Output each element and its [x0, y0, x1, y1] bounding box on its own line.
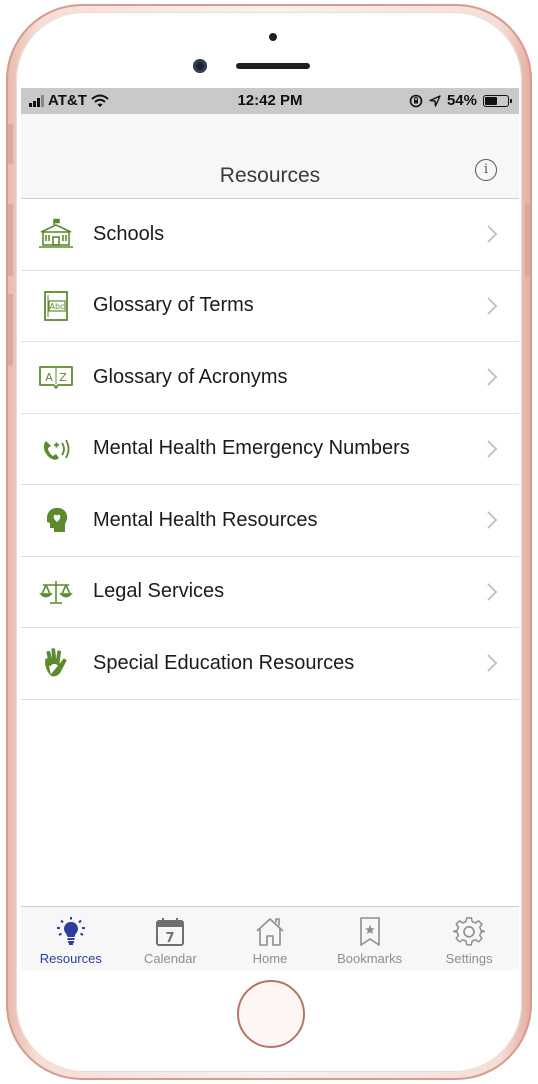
tab-label: Settings: [445, 951, 493, 966]
resource-item-glossary-of-terms[interactable]: Abc Glossary of Terms: [21, 271, 519, 342]
chevron-right-icon: [487, 440, 498, 458]
tab-bar: Resources 7 Calendar Home Bookmarks Sett…: [21, 906, 519, 970]
battery-percent: 54%: [446, 92, 477, 109]
chevron-right-icon: [487, 297, 498, 315]
location-arrow-icon: [429, 94, 441, 107]
resource-label: Special Education Resources: [93, 651, 355, 674]
app-screen: AT&T 12:42 PM 54% Resources i Schools Ab…: [21, 88, 519, 970]
resource-item-mental-health-resources[interactable]: Mental Health Resources: [21, 485, 519, 557]
power-button: [525, 204, 530, 276]
resource-label: Schools: [93, 222, 165, 245]
tab-label: Home: [252, 951, 288, 966]
abc-book-icon: Abc: [37, 289, 75, 323]
battery-icon: [483, 94, 512, 107]
earpiece-speaker: [236, 63, 310, 69]
gear-icon: [453, 917, 486, 946]
resource-label: Glossary of Terms: [93, 294, 254, 317]
tab-label: Resources: [39, 951, 102, 966]
svg-text:Z: Z: [59, 371, 67, 384]
chevron-right-icon: [487, 583, 498, 601]
resource-label: Mental Health Emergency Numbers: [93, 437, 410, 460]
resource-label: Legal Services: [93, 580, 225, 603]
tab-calendar[interactable]: 7 Calendar: [121, 907, 221, 970]
resources-list: Schools Abc Glossary of Terms A Z Glossa…: [21, 199, 519, 700]
tab-resources[interactable]: Resources: [21, 907, 121, 970]
calendar-icon: 7: [156, 918, 185, 946]
scales-icon: [37, 575, 75, 609]
tab-label: Bookmarks: [337, 951, 403, 966]
resource-label: Mental Health Resources: [93, 508, 318, 531]
bookmark-icon: [359, 917, 380, 946]
lightbulb-icon: [56, 917, 85, 945]
status-right-group: 54%: [409, 92, 512, 109]
tab-bookmarks[interactable]: Bookmarks: [320, 907, 420, 970]
page-title: Resources: [219, 164, 321, 187]
head-heart-icon: [37, 503, 75, 537]
resource-label: Glossary of Acronyms: [93, 365, 288, 388]
status-bar: AT&T 12:42 PM 54%: [21, 88, 519, 114]
hand-icon: [37, 646, 75, 680]
tab-home[interactable]: Home: [220, 907, 320, 970]
tab-label: Calendar: [144, 951, 197, 966]
volume-up-button: [8, 204, 13, 276]
home-button[interactable]: [237, 980, 305, 1048]
a-z-book-icon: A Z: [37, 360, 75, 394]
resource-item-glossary-of-acronyms[interactable]: A Z Glossary of Acronyms: [21, 342, 519, 414]
svg-text:Abc: Abc: [50, 302, 65, 311]
chevron-right-icon: [487, 368, 498, 386]
proximity-sensor: [269, 33, 277, 41]
calendar-day-number: 7: [166, 931, 175, 946]
mute-switch: [8, 124, 13, 164]
tab-settings[interactable]: Settings: [419, 907, 519, 970]
info-icon[interactable]: i: [475, 159, 497, 181]
svg-text:A: A: [45, 371, 53, 384]
navigation-bar: Resources i: [21, 114, 519, 199]
rotation-lock-icon: [409, 94, 423, 107]
resource-item-special-education-resources[interactable]: Special Education Resources: [21, 628, 519, 700]
home-icon: [256, 918, 284, 946]
chevron-right-icon: [487, 654, 498, 672]
volume-down-button: [8, 294, 13, 366]
front-camera: [193, 59, 207, 73]
school-building-icon: [37, 217, 75, 251]
emergency-phone-icon: [37, 432, 75, 466]
resource-item-mental-health-emergency-numbers[interactable]: Mental Health Emergency Numbers: [21, 414, 519, 485]
resource-item-schools[interactable]: Schools: [21, 199, 519, 271]
chevron-right-icon: [487, 511, 498, 529]
chevron-right-icon: [487, 225, 498, 243]
resource-item-legal-services[interactable]: Legal Services: [21, 557, 519, 628]
